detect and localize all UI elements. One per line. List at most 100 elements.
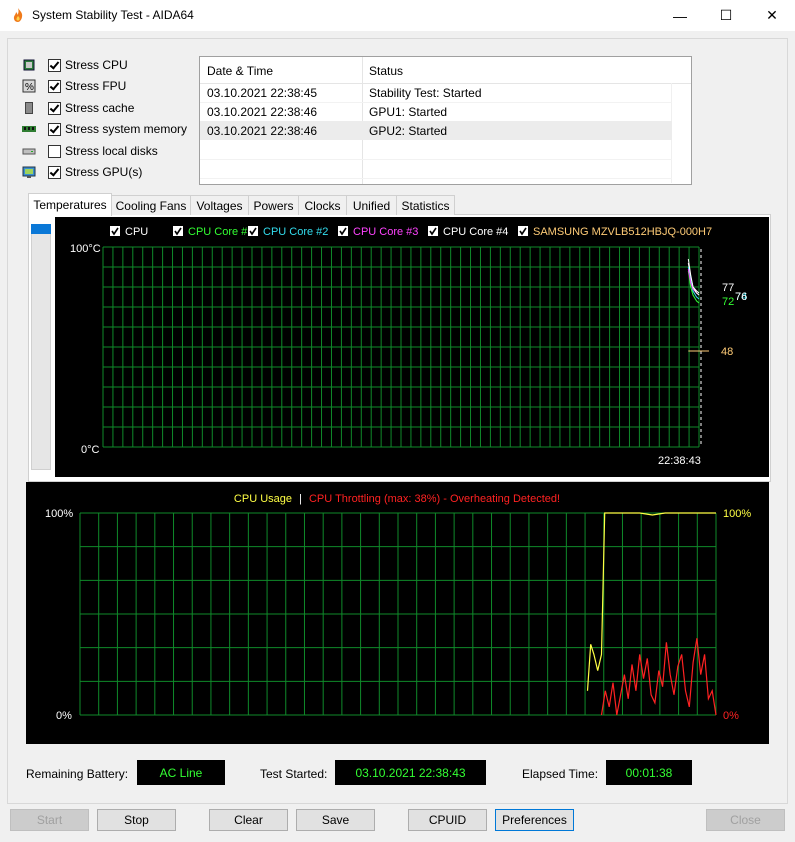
table-row[interactable]: 03.10.2021 22:38:46 GPU1: Started: [200, 102, 672, 121]
preferences-button[interactable]: Preferences: [495, 809, 574, 831]
temperature-value-label: 77: [722, 282, 734, 294]
cpu-throttling-line: [600, 638, 717, 716]
minimize-icon: —: [673, 7, 687, 24]
usage-grid: [79, 512, 717, 716]
legend-checkbox[interactable]: [248, 226, 258, 236]
legend-label: CPU Core #2: [263, 226, 328, 238]
usage-chart-title: CPU Usage | CPU Throttling (max: 38%) - …: [234, 493, 560, 505]
cpu-usage-chart: CPU Usage | CPU Throttling (max: 38%) - …: [26, 482, 769, 744]
stress-cache-label: Stress cache: [65, 101, 135, 115]
tab-clocks[interactable]: Clocks: [298, 195, 347, 215]
close-button[interactable]: Close: [706, 809, 785, 831]
elapsed-time-label: Elapsed Time:: [522, 767, 599, 781]
column-header-datetime[interactable]: Date & Time: [207, 64, 273, 78]
tab-statistics[interactable]: Statistics: [396, 195, 455, 215]
stress-memory-checkbox[interactable]: [48, 122, 61, 136]
title-bar[interactable]: System Stability Test - AIDA64 — ☐ ✕: [0, 0, 795, 31]
time-label: 22:38:43: [658, 455, 701, 467]
title-separator: |: [299, 493, 302, 505]
tab-unified[interactable]: Unified: [346, 195, 397, 215]
legend-checkbox[interactable]: [110, 226, 120, 236]
test-started-label: Test Started:: [260, 767, 328, 781]
stress-gpu-label: Stress GPU(s): [65, 165, 143, 179]
cpu-icon: [23, 59, 35, 71]
stop-button[interactable]: Stop: [97, 809, 176, 831]
stress-gpu-checkbox[interactable]: [48, 165, 61, 179]
legend-label: CPU Core #1: [188, 226, 253, 238]
battery-value: AC Line: [137, 760, 225, 785]
stress-disks-checkbox[interactable]: [48, 144, 61, 158]
flame-icon: [13, 8, 23, 22]
maximize-icon: ☐: [719, 7, 733, 23]
legend-label: SAMSUNG MZVLB512HBJQ-000H7: [533, 226, 712, 238]
log-status: GPU1: Started: [369, 105, 448, 119]
y-min-left-label: 0%: [56, 710, 72, 722]
legend-label: CPU Core #3: [353, 226, 418, 238]
stress-fpu-label: Stress FPU: [65, 79, 127, 93]
cache-icon: [25, 102, 33, 114]
svg-text:%: %: [25, 82, 34, 93]
stress-memory-option[interactable]: Stress system memory: [22, 119, 187, 139]
stress-fpu-option[interactable]: % Stress FPU: [22, 76, 126, 96]
legend-label: CPU: [125, 226, 148, 238]
maximize-button[interactable]: ☐: [703, 0, 749, 31]
stress-disks-option[interactable]: Stress local disks: [22, 141, 158, 161]
log-status: GPU2: Started: [369, 124, 448, 138]
usage-title: CPU Usage: [234, 493, 292, 505]
stress-cpu-checkbox[interactable]: [48, 58, 61, 72]
test-started-value: 03.10.2021 22:38:43: [335, 760, 486, 785]
sensor-scroll-thumb[interactable]: [31, 224, 51, 234]
y-min-right-label: 0%: [723, 710, 739, 722]
elapsed-time-value: 00:01:38: [606, 760, 692, 785]
stress-cache-checkbox[interactable]: [48, 101, 61, 115]
legend-checkbox[interactable]: [518, 226, 528, 236]
y-max-label: 100°C: [70, 243, 101, 255]
tab-cooling-fans[interactable]: Cooling Fans: [111, 195, 191, 215]
window-title: System Stability Test - AIDA64: [32, 8, 194, 22]
y-max-left-label: 100%: [45, 508, 73, 520]
cpuid-button[interactable]: CPUID: [408, 809, 487, 831]
temperature-legend: CPU CPU Core #1 CPU Core #2 CPU Core #3 CPU …: [110, 226, 712, 238]
stress-memory-label: Stress system memory: [65, 122, 188, 136]
temperature-grid: [102, 246, 700, 448]
start-button[interactable]: Start: [10, 809, 89, 831]
tab-temperatures[interactable]: Temperatures: [28, 193, 112, 216]
stress-cache-option[interactable]: Stress cache: [22, 98, 134, 118]
minimize-button[interactable]: —: [657, 0, 703, 31]
sensor-scroll-track[interactable]: [31, 224, 51, 470]
event-log-table[interactable]: Date & Time Status 03.10.2021 22:38:45 S…: [199, 56, 692, 185]
battery-label: Remaining Battery:: [26, 767, 129, 781]
clear-button[interactable]: Clear: [209, 809, 288, 831]
log-time: 03.10.2021 22:38:46: [207, 105, 318, 119]
close-icon: ✕: [766, 7, 778, 23]
legend-checkbox[interactable]: [338, 226, 348, 236]
tab-powers[interactable]: Powers: [248, 195, 299, 215]
column-header-status[interactable]: Status: [369, 64, 403, 78]
log-time: 03.10.2021 22:38:46: [207, 124, 318, 138]
stress-gpu-option[interactable]: Stress GPU(s): [22, 162, 142, 182]
temperature-chart: CPU CPU Core #1 CPU Core #2 CPU Core #3 CPU …: [55, 217, 769, 477]
log-time: 03.10.2021 22:38:45: [207, 86, 318, 100]
tab-voltages[interactable]: Voltages: [190, 195, 249, 215]
y-max-right-label: 100%: [723, 508, 751, 520]
temperature-value-label: 76: [735, 291, 747, 303]
memory-icon: [22, 126, 36, 132]
table-row-selected[interactable]: 03.10.2021 22:38:46 GPU2: Started: [200, 121, 672, 140]
stress-cpu-option[interactable]: Stress CPU: [22, 55, 128, 75]
save-button[interactable]: Save: [296, 809, 375, 831]
close-window-button[interactable]: ✕: [749, 0, 795, 31]
row-divider: [200, 159, 672, 160]
gpu-icon: [22, 166, 36, 178]
temperature-value-labels: 7772 747648: [721, 282, 747, 358]
table-row[interactable]: 03.10.2021 22:38:45 Stability Test: Star…: [200, 83, 672, 102]
row-divider: [200, 178, 672, 179]
legend-checkbox[interactable]: [428, 226, 438, 236]
stress-fpu-checkbox[interactable]: [48, 79, 61, 93]
cpu-usage-line: [586, 512, 716, 691]
temperature-value-label: 72: [722, 296, 734, 308]
stress-disks-label: Stress local disks: [65, 144, 158, 158]
throttle-title: CPU Throttling (max: 38%) - Overheating …: [309, 493, 560, 505]
legend-checkbox[interactable]: [173, 226, 183, 236]
table-header: Date & Time Status: [200, 57, 691, 84]
log-status: Stability Test: Started: [369, 86, 482, 100]
